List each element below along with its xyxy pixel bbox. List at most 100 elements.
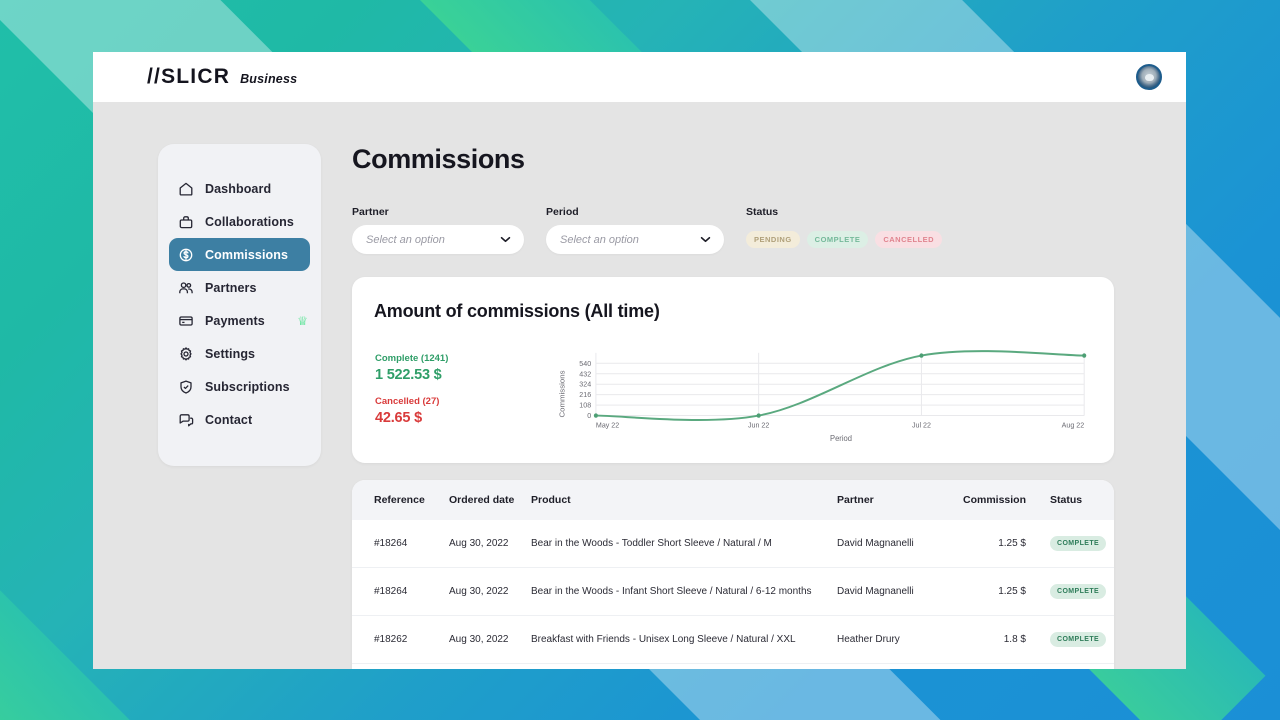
- chart-y-tick: 108: [579, 401, 591, 410]
- cell-ordered-date: Aug 30, 2022: [449, 538, 509, 549]
- cancelled-label: Cancelled (27): [375, 396, 440, 407]
- cell-status: COMPLETE: [1026, 520, 1114, 568]
- credit-card-icon: [178, 313, 194, 329]
- chart-y-tick-labels: 0108 216324 432540: [579, 359, 591, 420]
- cell-ordered-date: Aug 30, 2022: [449, 567, 531, 616]
- cell-product: Bear in the Woods - Toddler Short Sleeve…: [531, 538, 772, 549]
- line-chart: 0 108 216 324 432 540 May 22 Jun 22 Jul 22 Aug 2…: [556, 345, 1088, 443]
- sidebar-item-subscriptions[interactable]: Subscriptions: [169, 370, 310, 403]
- browser-window: //SLICR Business Dashboard Collaboration…: [93, 52, 1186, 669]
- cell-commission: 1.25 $: [942, 567, 1026, 616]
- sidebar-item-label: Subscriptions: [205, 379, 290, 394]
- commissions-table-card: Reference Ordered date Product Partner C…: [352, 480, 1114, 669]
- chart-data-point: [1082, 353, 1087, 358]
- sidebar-item-partners[interactable]: Partners: [169, 271, 310, 304]
- chart-x-tick-labels: May 22 Jun 22 Jul 22 Aug 22: [596, 420, 1084, 429]
- chart-data-point: [756, 413, 761, 418]
- sidebar-item-dashboard[interactable]: Dashboard: [169, 172, 310, 205]
- sidebar: Dashboard Collaborations Commissions Par…: [158, 144, 321, 466]
- cell-partner: David Magnanelli: [837, 567, 942, 616]
- chart-data-point: [593, 413, 598, 418]
- sidebar-item-label: Collaborations: [205, 214, 294, 229]
- partner-select-value: Select an option: [366, 233, 445, 246]
- sidebar-item-contact[interactable]: Contact: [169, 403, 310, 436]
- partner-label: Partner: [352, 206, 389, 218]
- chart-y-tick: 216: [579, 390, 591, 399]
- cancelled-total: Cancelled (27) 42.65 $: [375, 396, 556, 426]
- sidebar-item-settings[interactable]: Settings: [169, 337, 310, 370]
- commissions-chart-card: Amount of commissions (All time) Complet…: [352, 277, 1114, 463]
- chart-y-tick: 324: [579, 380, 591, 389]
- filter-period: Period Select an option: [546, 206, 724, 254]
- complete-label: Complete (1241): [375, 353, 449, 364]
- page-title: Commissions: [352, 144, 525, 174]
- crown-badge-icon: ♕: [297, 313, 308, 328]
- sidebar-item-label: Contact: [205, 412, 253, 427]
- filter-partner: Partner Select an option: [352, 206, 524, 254]
- cell-commission: 1.25 $: [942, 663, 1026, 669]
- period-select-value: Select an option: [560, 233, 639, 246]
- cell-product: Breakfast with Friends - Toddler Short S…: [531, 663, 837, 669]
- home-icon: [178, 181, 194, 197]
- app-header: //SLICR Business: [93, 52, 1186, 102]
- shield-check-icon: [178, 379, 194, 395]
- briefcase-icon: [178, 214, 194, 230]
- line-chart-svg: 0108 216324 432540 May 22 Jun 22 Jul 22 Aug 2…: [558, 350, 1087, 443]
- partner-select[interactable]: Select an option: [352, 225, 524, 254]
- table-row[interactable]: #18264 Aug 30, 2022 Bear in the Woods - In…: [352, 567, 1114, 616]
- app-body: Dashboard Collaborations Commissions Par…: [93, 102, 1186, 669]
- status-badge: COMPLETE: [1050, 584, 1107, 599]
- avatar[interactable]: [1136, 64, 1162, 90]
- sidebar-item-collaborations[interactable]: Collaborations: [169, 205, 310, 238]
- table-head: Reference Ordered date Product Partner C…: [352, 480, 1114, 520]
- chart-x-tick: May 22: [596, 420, 619, 429]
- chart-x-tick: Aug 22: [1062, 420, 1085, 429]
- status-pill-group: PENDING COMPLETE CANCELLED: [746, 225, 943, 254]
- cell-ordered-date: Aug 30, 2022: [449, 615, 531, 664]
- cell-commission: 1.8 $: [942, 615, 1026, 664]
- status-filter-pending[interactable]: PENDING: [746, 231, 800, 248]
- logo-text: //SLICR: [147, 65, 231, 88]
- chevron-down-icon: [500, 236, 511, 243]
- sidebar-item-commissions[interactable]: Commissions: [169, 238, 310, 271]
- sidebar-item-label: Commissions: [205, 247, 289, 262]
- cancelled-value: 42.65 $: [375, 410, 422, 426]
- cell-partner: David Magnanelli: [837, 538, 914, 549]
- cell-commission: 1.25 $: [998, 538, 1026, 549]
- column-header-ordered-date: Ordered date: [449, 494, 515, 506]
- column-header-product: Product: [531, 494, 571, 506]
- filter-status: Status PENDING COMPLETE CANCELLED: [746, 206, 943, 254]
- sidebar-item-payments[interactable]: Payments ♕: [169, 304, 310, 337]
- gear-icon: [178, 346, 194, 362]
- cell-status: COMPLETE: [1026, 615, 1114, 664]
- brand-logo[interactable]: //SLICR Business: [147, 65, 297, 89]
- chart-y-axis-label: Commissions: [558, 370, 567, 417]
- chevron-down-icon: [700, 236, 711, 243]
- sidebar-item-label: Dashboard: [205, 181, 272, 196]
- status-badge: COMPLETE: [1050, 536, 1107, 551]
- complete-value: 1 522.53 $: [375, 367, 442, 383]
- table-row[interactable]: #18264 Aug 30, 2022 Bear in the Woods - To…: [352, 520, 1114, 568]
- cell-reference: #18262: [352, 663, 449, 669]
- table-row[interactable]: #18262Aug 30, 2022Breakfast with Friends…: [352, 615, 1114, 664]
- cell-status: COMPLETE: [1026, 567, 1114, 616]
- chart-series-line: [594, 350, 1086, 421]
- status-badge: COMPLETE: [1050, 632, 1107, 647]
- chart-data-point: [919, 353, 924, 358]
- logo-subtitle: Business: [240, 72, 298, 86]
- cell-reference: #18262: [352, 615, 449, 664]
- cell-product: Breakfast with Friends - Unisex Long Sle…: [531, 615, 837, 664]
- chart-y-tick: 432: [579, 369, 591, 378]
- dollar-circle-icon: [178, 247, 194, 263]
- cell-reference: #18264: [374, 538, 408, 549]
- table-row[interactable]: #18262Aug 30, 2022Breakfast with Friends…: [352, 663, 1114, 669]
- period-select[interactable]: Select an option: [546, 225, 724, 254]
- sidebar-item-label: Payments: [205, 313, 265, 328]
- cell-status: COMPLETE: [1026, 663, 1114, 669]
- cell-ordered-date: Aug 30, 2022: [449, 663, 531, 669]
- status-filter-cancelled[interactable]: CANCELLED: [875, 231, 943, 248]
- column-header-commission: Commission: [962, 494, 1026, 506]
- chart-body: Complete (1241) 1 522.53 $ Cancelled (27…: [374, 345, 1088, 443]
- status-filter-complete[interactable]: COMPLETE: [806, 231, 869, 248]
- cell-partner: Heather Drury: [837, 663, 942, 669]
